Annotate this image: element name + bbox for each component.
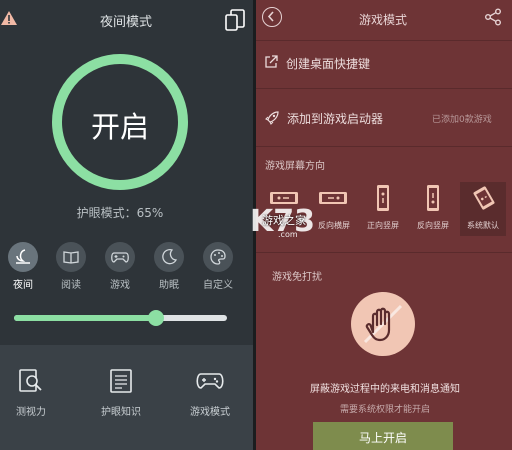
- orientation-section-label: 游戏屏幕方向: [265, 161, 325, 172]
- enable-now-button[interactable]: 马上开启: [313, 422, 453, 450]
- orientation-portrait-label: 正向竖屏: [367, 221, 399, 230]
- eye-protection-level: 护眼模式：65%: [76, 206, 164, 220]
- mode-sleep-button[interactable]: [154, 242, 184, 272]
- permission-note: 需要系统权限才能开启: [339, 405, 430, 415]
- orientation-system-default-label: 系统默认: [467, 221, 499, 230]
- mode-reading-label: 阅读: [61, 280, 81, 291]
- mode-custom-label: 自定义: [203, 280, 233, 291]
- warning-icon[interactable]: [0, 10, 18, 26]
- divider: [256, 88, 512, 89]
- rocket-icon: [265, 111, 279, 125]
- mode-game-label: 游戏: [110, 280, 130, 291]
- brightness-slider-handle[interactable]: [148, 310, 164, 326]
- mode-night-label: 夜间: [13, 280, 33, 291]
- watermark-text: 游戏之家: [262, 214, 306, 227]
- back-button[interactable]: [262, 7, 282, 27]
- bottom-nav-bar: [0, 345, 253, 450]
- book-icon: [63, 251, 79, 264]
- reverse-landscape-icon: [319, 192, 347, 204]
- mode-night-button[interactable]: [8, 242, 38, 272]
- page-title: 夜间模式: [99, 15, 152, 30]
- divider: [256, 252, 512, 253]
- add-to-launcher-label[interactable]: 添加到游戏启动器: [287, 110, 383, 127]
- orientation-reverse-portrait-label: 反向竖屏: [417, 221, 449, 230]
- game-mode-label: 游戏模式: [190, 407, 230, 418]
- moon-icon: [162, 249, 178, 265]
- mode-sleep-label: 助眠: [159, 280, 179, 291]
- game-mode-title: 游戏模式: [358, 13, 407, 27]
- watermark-domain: .com: [278, 230, 298, 239]
- eye-test-label: 测视力: [16, 407, 46, 418]
- system-default-icon: [473, 186, 495, 210]
- orientation-reverse-landscape-label: 反向横屏: [318, 221, 350, 230]
- gamepad-icon[interactable]: [195, 368, 225, 394]
- launcher-status: 已添加0款游戏: [432, 115, 492, 125]
- portrait-icon: [377, 185, 389, 211]
- create-shortcut-label[interactable]: 创建桌面快捷键: [286, 55, 370, 72]
- eye-test-icon[interactable]: [18, 368, 44, 394]
- reverse-portrait-icon: [427, 185, 439, 211]
- dnd-section-label: 游戏免打扰: [272, 272, 322, 283]
- palette-icon: [210, 249, 226, 265]
- switch-screen-icon[interactable]: [224, 9, 246, 31]
- mode-game-button[interactable]: [105, 242, 135, 272]
- divider: [256, 40, 512, 41]
- eye-knowledge-label: 护眼知识: [101, 407, 141, 418]
- brightness-slider-fill: [14, 315, 156, 321]
- share-icon[interactable]: [484, 8, 502, 26]
- mode-custom-button[interactable]: [203, 242, 233, 272]
- hand-block-icon: [363, 304, 403, 344]
- block-notifications-text: 屏蔽游戏过程中的来电和消息通知: [310, 384, 460, 395]
- chevron-left-icon: [267, 11, 274, 22]
- mode-reading-button[interactable]: [56, 242, 86, 272]
- night-icon: [16, 249, 30, 264]
- do-not-disturb-badge: [351, 292, 415, 356]
- toggle-ring-label: 开启: [90, 110, 149, 144]
- external-link-icon: [265, 55, 278, 68]
- news-icon[interactable]: [108, 368, 134, 394]
- gamepad-icon: [111, 252, 129, 263]
- divider: [256, 146, 512, 147]
